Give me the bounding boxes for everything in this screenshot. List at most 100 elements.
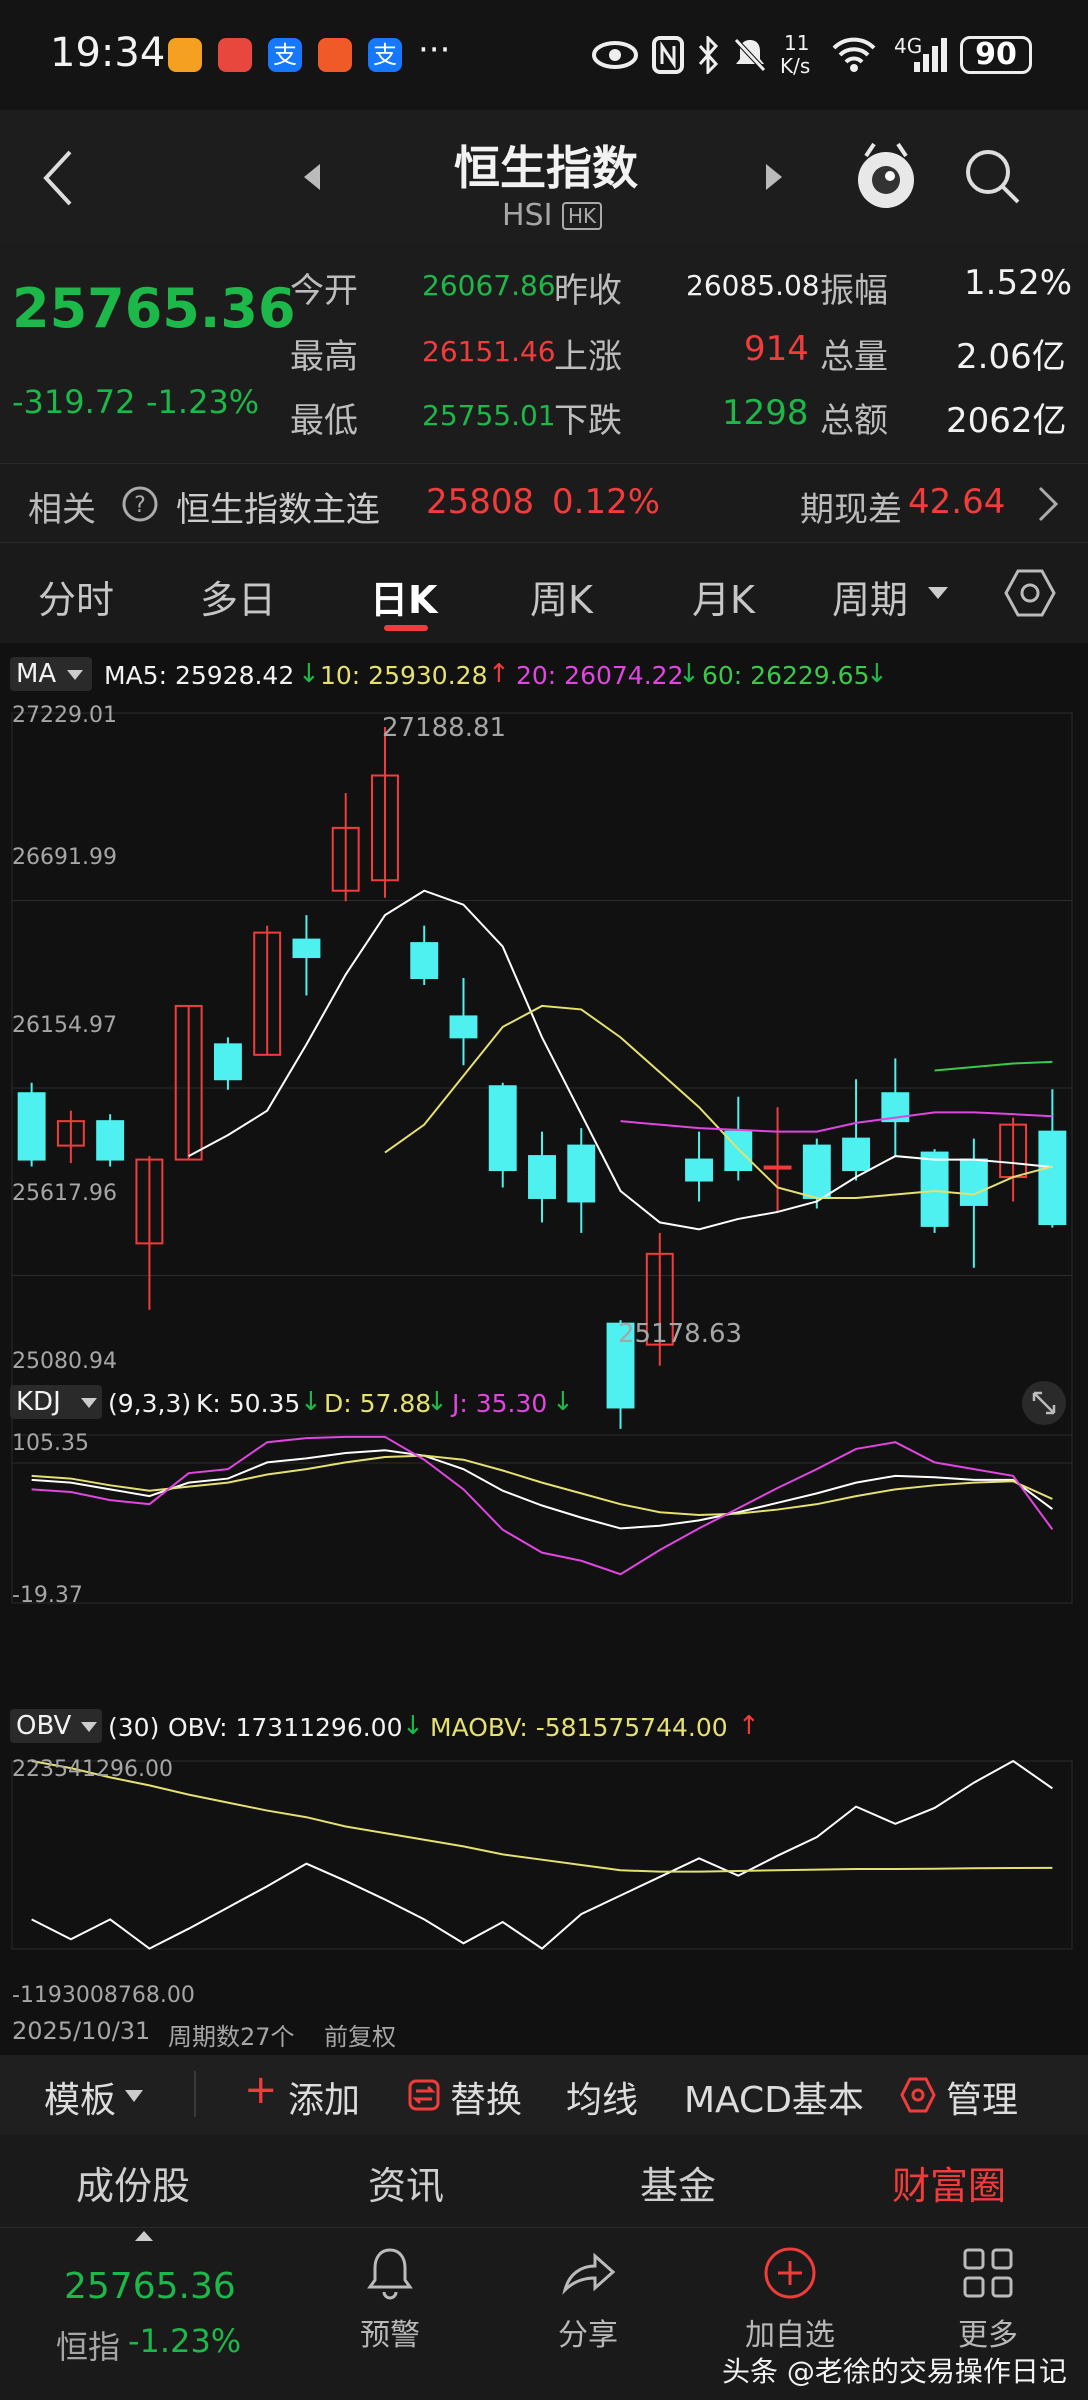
tab-news[interactable]: 资讯 <box>368 2155 444 2210</box>
chart-date: 2025/10/31 <box>12 2017 151 2045</box>
more-button[interactable]: 更多 <box>908 2244 1068 2354</box>
prev-stock-icon[interactable] <box>302 162 322 192</box>
chart-settings-icon[interactable] <box>1004 567 1056 619</box>
candlestick-chart[interactable] <box>0 703 1088 1473</box>
battery-level: 90 <box>975 37 1017 72</box>
candle-body <box>96 1120 125 1161</box>
chart-frame <box>11 1760 1073 1950</box>
kdj-axis-bottom: -19.37 <box>12 1583 83 1608</box>
quote-panel: 25765.36 -319.72 -1.23% 今开 26067.86 昨收 2… <box>0 245 1088 463</box>
tab-monthly-k[interactable]: 月K <box>692 569 755 624</box>
down-arrow-icon: ↓ <box>552 1387 574 1417</box>
mascot-icon[interactable] <box>854 138 918 214</box>
current-price: 25765.36 <box>12 277 296 340</box>
alipay-icon: 支 <box>268 38 302 72</box>
ma5-value: MA5: 25928.42 <box>104 661 295 690</box>
ma10-value: 10: 25930.28 <box>320 661 488 690</box>
maobv-value: MAOBV: -581575744.00 <box>430 1713 728 1742</box>
tab-constituents[interactable]: 成份股 <box>76 2155 190 2210</box>
huawei-store-icon <box>168 38 202 72</box>
down-arrow-icon: ↓ <box>866 659 888 689</box>
ma-line-10 <box>384 1004 1053 1199</box>
candle-body <box>567 1144 596 1203</box>
price-axis-label: 26691.99 <box>12 845 117 870</box>
obv-chart[interactable] <box>0 1755 1088 1955</box>
tab-funds[interactable]: 基金 <box>640 2155 716 2210</box>
down-arrow-icon: ↓ <box>402 1711 424 1741</box>
svg-text:?: ? <box>134 493 146 518</box>
kdj-j-value: J: 35.30 <box>452 1389 548 1418</box>
candle-body <box>213 1043 242 1081</box>
dropdown-icon <box>67 670 83 680</box>
kdj-params: (9,3,3) <box>108 1389 192 1418</box>
add-indicator-button[interactable]: 添加 <box>288 2071 360 2123</box>
search-icon[interactable] <box>962 146 1022 206</box>
bottom-pct: -1.23% <box>128 2322 242 2360</box>
down-count: 1298 <box>722 393 809 433</box>
macd-button[interactable]: MACD基本 <box>684 2071 864 2123</box>
volume-value: 2.06亿 <box>956 337 1066 377</box>
chevron-right-icon[interactable] <box>1036 484 1060 524</box>
related-price: 25808 <box>426 482 535 522</box>
related-pct: 0.12% <box>552 482 661 522</box>
price-change: -319.72 <box>12 383 136 421</box>
next-stock-icon[interactable] <box>764 162 784 192</box>
back-icon[interactable] <box>38 148 78 208</box>
tab-wealth-circle[interactable]: 财富圈 <box>892 2155 1006 2210</box>
manage-icon <box>900 2077 936 2113</box>
divider <box>194 2071 196 2117</box>
share-label: 分享 <box>558 2318 618 2353</box>
up-arrow-icon: ↑ <box>488 659 510 689</box>
obv-params: (30) <box>108 1713 160 1742</box>
status-bar: 19:34 支 支 ··· 11 K/s 4G 90 <box>0 0 1088 110</box>
grid-icon <box>963 2248 1013 2298</box>
kdj-chart[interactable] <box>0 1429 1088 1609</box>
prev-close-label: 昨收 <box>554 271 622 311</box>
candle-body <box>685 1158 713 1182</box>
candle-body <box>802 1144 831 1199</box>
related-name: 恒生指数主连 <box>176 490 380 530</box>
more-label: 更多 <box>958 2318 1018 2353</box>
candle-body <box>488 1085 517 1172</box>
turnover-label: 总额 <box>820 401 888 441</box>
alipay-icon: 支 <box>368 38 402 72</box>
up-count: 914 <box>744 329 809 369</box>
obv-axis-top: 223541296.00 <box>12 1757 173 1782</box>
tab-multi-day[interactable]: 多日 <box>200 569 276 624</box>
related-futures-row[interactable]: 相关 ? 恒生指数主连 25808 0.12% 期现差 42.64 <box>0 463 1088 543</box>
alert-label: 预警 <box>360 2318 420 2353</box>
share-button[interactable]: 分享 <box>508 2244 668 2354</box>
bluetooth-icon <box>698 36 719 74</box>
down-arrow-icon: ↓ <box>300 1387 322 1417</box>
more-notifications-icon: ··· <box>418 30 451 70</box>
price-axis-label: 26154.97 <box>12 1013 117 1038</box>
bottom-index-name: 恒指 <box>56 2328 121 2366</box>
tab-period[interactable]: 周期 <box>832 569 908 624</box>
add-watchlist-button[interactable]: 加自选 <box>710 2244 870 2354</box>
battery-icon: 90 <box>960 36 1032 74</box>
period-count: 周期数27个 <box>168 2023 295 2051</box>
nfc-icon <box>652 36 684 74</box>
tab-daily-k[interactable]: 日K <box>370 569 437 624</box>
kdj-k-value: K: 50.35 <box>196 1389 301 1418</box>
amplitude-label: 振幅 <box>820 271 888 311</box>
manage-button[interactable]: 管理 <box>946 2071 1018 2123</box>
down-arrow-icon: ↓ <box>298 659 320 689</box>
chart-area[interactable]: MA MA5: 25928.42 ↓ 10: 25930.28 ↑ 20: 26… <box>0 643 1088 2055</box>
alert-button[interactable]: 预警 <box>310 2244 470 2354</box>
tab-intraday[interactable]: 分时 <box>38 569 114 624</box>
template-button[interactable]: 模板 <box>44 2071 116 2123</box>
stock-code: HSI <box>502 198 553 233</box>
help-icon[interactable]: ? <box>120 484 160 524</box>
info-tabs: 成份股 资讯 基金 财富圈 <box>0 2135 1088 2227</box>
max-price-label: 27188.81 <box>382 713 507 743</box>
candle-body <box>842 1137 871 1172</box>
up-arrow-icon: ↑ <box>738 1711 760 1741</box>
chevron-up-icon[interactable] <box>134 2230 154 2242</box>
replace-button[interactable]: 替换 <box>450 2071 522 2123</box>
tab-weekly-k[interactable]: 周K <box>530 569 593 624</box>
wifi-icon <box>832 37 876 72</box>
ma-button[interactable]: 均线 <box>566 2071 638 2123</box>
dropdown-icon[interactable] <box>926 585 950 601</box>
wps-icon <box>318 38 352 72</box>
